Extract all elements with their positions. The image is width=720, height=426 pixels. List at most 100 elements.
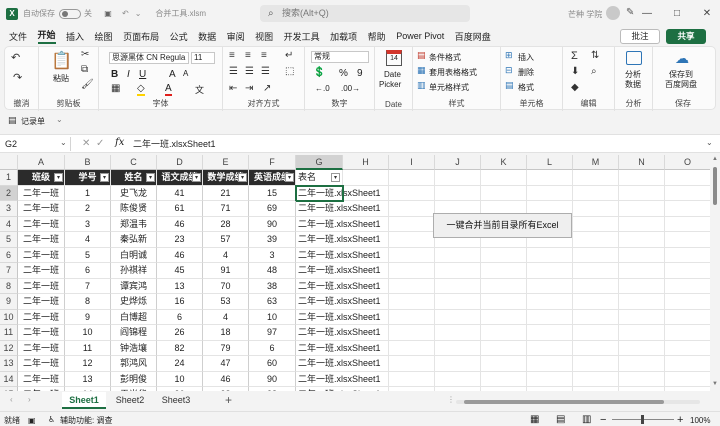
empty-cell[interactable] <box>389 356 435 372</box>
empty-cell[interactable] <box>527 371 573 387</box>
table-cell[interactable]: 48 <box>249 263 296 279</box>
empty-cell[interactable] <box>619 185 665 201</box>
empty-cell[interactable] <box>619 247 665 263</box>
empty-cell[interactable] <box>665 279 710 294</box>
empty-cell[interactable] <box>481 247 527 263</box>
date-label[interactable]: Date <box>384 70 401 79</box>
table-cell[interactable]: 二年一班 <box>18 294 65 310</box>
menu-tab-0[interactable]: 文件 <box>9 30 27 43</box>
horizontal-scroll-thumb[interactable] <box>464 400 664 404</box>
table-header-cell[interactable]: 数学成绩 ▾ <box>203 170 249 186</box>
table-cell[interactable]: 63 <box>249 294 296 310</box>
table-cell[interactable]: 90 <box>249 216 296 232</box>
table-cell[interactable]: 二年一班 <box>18 263 65 279</box>
table-cell[interactable]: 7 <box>65 278 111 294</box>
table-cell[interactable]: 二年一班.xlsxSheet1 <box>296 387 381 391</box>
empty-cell[interactable] <box>389 201 435 217</box>
align-middle-icon[interactable]: ≡ <box>245 50 251 61</box>
table-cell[interactable]: 6 <box>65 263 111 279</box>
table-cell[interactable]: 二年一班.xlsxSheet1 <box>296 248 381 263</box>
empty-cell[interactable] <box>665 356 710 372</box>
row-header[interactable]: 14 <box>0 371 18 387</box>
sheet-name-header-cell[interactable]: 表名 ▾ <box>296 170 343 186</box>
table-cell[interactable]: 8 <box>65 294 111 310</box>
wen-icon[interactable]: 文 <box>195 83 204 96</box>
currency-icon[interactable]: 💲 <box>313 67 325 78</box>
empty-cell[interactable] <box>619 371 665 387</box>
comma-icon[interactable]: 9 <box>357 68 363 79</box>
search-box[interactable]: ⌕ 搜索(Alt+Q) <box>260 5 470 22</box>
copy-icon[interactable]: ⧉ <box>81 64 88 75</box>
table-cell[interactable]: 6 <box>249 340 296 356</box>
empty-cell[interactable] <box>619 309 665 325</box>
row-header[interactable]: 4 <box>0 216 18 232</box>
table-cell[interactable]: 39 <box>249 232 296 248</box>
increase-decimal-icon[interactable]: ←.0 <box>315 84 330 93</box>
table-cell[interactable]: 10 <box>65 325 111 341</box>
table-cell[interactable]: 陈俊贤 <box>111 201 157 217</box>
table-cell[interactable]: 10 <box>157 371 203 387</box>
empty-cell[interactable] <box>619 340 665 356</box>
table-cell[interactable]: 二年一班.xlsxSheet1 <box>296 310 381 325</box>
empty-cell[interactable] <box>619 201 665 217</box>
scroll-down-icon[interactable]: ▼ <box>712 381 718 387</box>
empty-cell[interactable] <box>435 371 481 387</box>
font-size-box[interactable]: 11 <box>191 52 215 64</box>
table-cell[interactable]: 13 <box>157 278 203 294</box>
empty-cell[interactable] <box>435 309 481 325</box>
table-cell[interactable]: 郑温韦 <box>111 216 157 232</box>
empty-cell[interactable] <box>573 387 619 391</box>
column-header[interactable]: O <box>665 155 710 170</box>
table-cell[interactable]: 97 <box>249 325 296 341</box>
analyze-label-2[interactable]: 数据 <box>625 79 641 90</box>
filter-dropdown-icon[interactable]: ▾ <box>146 173 155 182</box>
table-cell[interactable]: 6 <box>157 309 203 325</box>
empty-cell[interactable] <box>481 278 527 294</box>
table-cell[interactable]: 13 <box>65 371 111 387</box>
empty-cell[interactable] <box>481 185 527 201</box>
empty-cell[interactable] <box>527 247 573 263</box>
format-button[interactable]: 格式 <box>518 82 534 93</box>
sheet-tab[interactable]: Sheet3 <box>154 392 198 409</box>
empty-cell[interactable] <box>389 371 435 387</box>
formula-content[interactable]: 二年一班.xlsxSheet1 <box>133 137 216 151</box>
row-header[interactable]: 8 <box>0 278 18 294</box>
empty-cell[interactable] <box>619 387 665 391</box>
paste-icon[interactable]: 📋 <box>51 51 72 71</box>
table-cell[interactable]: 孙祺祥 <box>111 263 157 279</box>
table-format-button[interactable]: 套用表格格式 <box>429 67 477 78</box>
column-header[interactable]: D <box>157 155 203 170</box>
empty-cell[interactable] <box>527 185 573 201</box>
cell-style-button[interactable]: 单元格样式 <box>429 82 469 93</box>
empty-cell[interactable] <box>343 170 389 186</box>
merge-center-icon[interactable]: ⬚ <box>285 66 294 77</box>
empty-cell[interactable] <box>573 170 619 186</box>
menu-tab-3[interactable]: 绘图 <box>95 30 113 43</box>
column-header[interactable]: J <box>435 155 481 170</box>
column-header[interactable]: C <box>111 155 157 170</box>
underline-icon[interactable]: U <box>139 69 146 80</box>
column-header[interactable]: E <box>203 155 249 170</box>
table-cell[interactable]: 谭宾鸿 <box>111 278 157 294</box>
percent-icon[interactable]: % <box>339 68 348 79</box>
empty-cell[interactable] <box>389 325 435 341</box>
table-cell[interactable]: 4 <box>203 247 249 263</box>
empty-cell[interactable] <box>573 201 619 217</box>
table-header-cell[interactable]: 语文成绩 ▾ <box>157 170 203 186</box>
filter-dropdown-icon[interactable]: ▾ <box>238 173 247 182</box>
bold-icon[interactable]: B <box>111 69 118 80</box>
sheet-tab[interactable]: Sheet1 <box>62 392 106 409</box>
empty-cell[interactable] <box>481 340 527 356</box>
row-header[interactable]: 5 <box>0 232 18 248</box>
table-cell[interactable]: 14 <box>65 387 111 391</box>
calendar-icon[interactable]: 14 <box>386 50 402 66</box>
menu-tab-1[interactable]: 开始 <box>37 28 56 44</box>
table-cell[interactable]: 1 <box>65 185 111 201</box>
table-cell[interactable]: 79 <box>203 340 249 356</box>
empty-cell[interactable] <box>573 263 619 279</box>
undo-icon[interactable]: ↶ <box>11 51 20 64</box>
grow-font-icon[interactable]: A <box>169 69 176 80</box>
filter-dropdown-icon[interactable]: ▾ <box>331 173 340 182</box>
align-left-icon[interactable]: ☰ <box>229 66 238 77</box>
redo-icon[interactable]: ↷ <box>13 71 22 84</box>
